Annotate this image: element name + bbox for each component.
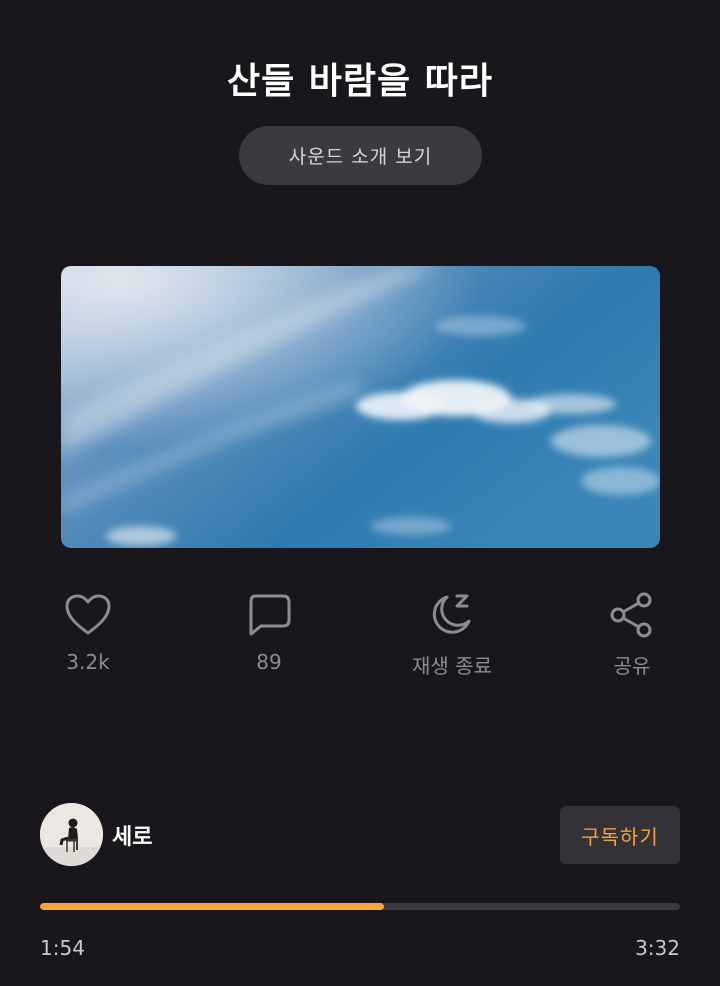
sleep-timer-icon[interactable] [427, 590, 477, 640]
avatar[interactable] [40, 803, 103, 866]
channel-name[interactable]: 세로 [112, 819, 152, 851]
current-time: 1:54 [40, 936, 85, 960]
cover-image [61, 266, 660, 548]
like-action[interactable]: 3.2k [33, 590, 143, 674]
heart-icon[interactable] [63, 590, 113, 640]
comment-icon[interactable] [244, 590, 294, 640]
sound-intro-button[interactable]: 사운드 소개 보기 [239, 126, 482, 185]
total-time: 3:32 [635, 936, 680, 960]
share-label: 공유 [613, 654, 651, 678]
like-count: 3.2k [66, 650, 110, 674]
comment-action[interactable]: 89 [214, 590, 324, 674]
sound-title: 산들 바람을 따라 [227, 61, 493, 102]
sleep-timer-action[interactable]: 재생 종료 [397, 590, 507, 679]
progress-bar[interactable] [40, 903, 680, 910]
subscribe-button[interactable]: 구독하기 [560, 806, 680, 864]
sleep-timer-label: 재생 종료 [412, 654, 492, 678]
share-icon[interactable] [607, 590, 657, 640]
progress-fill [40, 903, 385, 910]
share-action[interactable]: 공유 [577, 590, 687, 679]
comment-count: 89 [256, 650, 282, 674]
